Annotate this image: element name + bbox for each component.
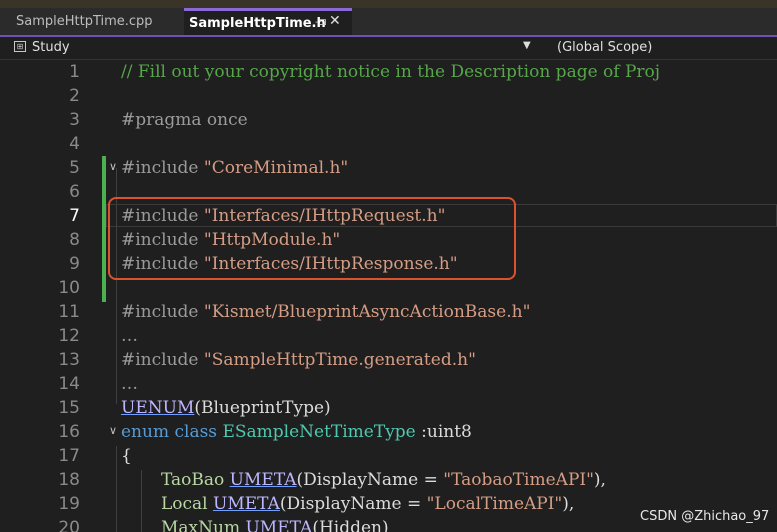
code-editor[interactable]: 1 // Fill out your copyright notice in t… bbox=[0, 60, 777, 532]
code-line: 13 #include "SampleHttpTime.generated.h" bbox=[0, 348, 777, 372]
line-number: 16 bbox=[58, 422, 80, 442]
tab-sample-http-time-h[interactable]: SampleHttpTime.h -⊐ ✕ bbox=[184, 8, 352, 35]
line-number: 8 bbox=[69, 230, 80, 250]
tab-label: SampleHttpTime.cpp bbox=[16, 14, 153, 29]
scope-dropdown[interactable]: (Global Scope) bbox=[557, 40, 652, 55]
line-number: 15 bbox=[58, 398, 80, 418]
code-text: … bbox=[121, 374, 138, 394]
code-line: 3 #pragma once bbox=[0, 108, 777, 132]
code-text: MaxNum UMETA(Hidden) bbox=[161, 518, 389, 532]
code-line: 14 … bbox=[0, 372, 777, 396]
code-line: 11 #include "Kismet/BlueprintAsyncAction… bbox=[0, 300, 777, 324]
navigation-bar: ⊞ Study ▼ (Global Scope) bbox=[0, 37, 777, 60]
code-text: #pragma once bbox=[121, 110, 248, 130]
line-number: 14 bbox=[58, 374, 80, 394]
highlight-annotation-box bbox=[108, 197, 516, 280]
line-number: 1 bbox=[69, 62, 80, 82]
line-number: 10 bbox=[58, 278, 80, 298]
code-line: 12 … bbox=[0, 324, 777, 348]
line-number: 4 bbox=[69, 134, 80, 154]
line-number: 13 bbox=[58, 350, 80, 370]
code-text: // Fill out your copyright notice in the… bbox=[121, 62, 661, 82]
line-number: 6 bbox=[69, 182, 80, 202]
code-text: #include "Kismet/BlueprintAsyncActionBas… bbox=[121, 302, 531, 322]
project-icon: ⊞ bbox=[14, 41, 26, 52]
line-number: 3 bbox=[69, 110, 80, 130]
line-number: 9 bbox=[69, 254, 80, 274]
code-text: UENUM(BlueprintType) bbox=[121, 398, 331, 418]
title-strip bbox=[0, 0, 777, 8]
watermark: CSDN @Zhichao_97 bbox=[640, 509, 770, 524]
pin-icon[interactable]: -⊐ bbox=[315, 17, 327, 28]
line-number: 12 bbox=[58, 326, 80, 346]
project-dropdown[interactable]: Study bbox=[32, 40, 70, 55]
code-line: 4 bbox=[0, 132, 777, 156]
code-text: enum class ESampleNetTimeType :uint8 bbox=[121, 422, 472, 442]
line-number: 2 bbox=[69, 86, 80, 106]
code-line: 5 ∨ #include "CoreMinimal.h" bbox=[0, 156, 777, 180]
code-line: 15 UENUM(BlueprintType) bbox=[0, 396, 777, 420]
line-number: 19 bbox=[58, 494, 80, 514]
code-line: 2 bbox=[0, 84, 777, 108]
line-number: 5 bbox=[69, 158, 80, 178]
code-text: #include "SampleHttpTime.generated.h" bbox=[121, 350, 476, 370]
collapse-chevron-icon[interactable]: ∨ bbox=[109, 160, 117, 173]
tab-sample-http-time-cpp[interactable]: SampleHttpTime.cpp bbox=[0, 8, 182, 35]
code-line: 1 // Fill out your copyright notice in t… bbox=[0, 60, 777, 84]
document-tab-bar: SampleHttpTime.cpp SampleHttpTime.h -⊐ ✕ bbox=[0, 8, 777, 35]
line-number: 7 bbox=[69, 206, 80, 226]
code-line: 18 TaoBao UMETA(DisplayName = "TaobaoTim… bbox=[0, 468, 777, 492]
line-number: 11 bbox=[58, 302, 80, 322]
line-number: 20 bbox=[58, 518, 80, 532]
code-text: Local UMETA(DisplayName = "LocalTimeAPI"… bbox=[161, 494, 575, 514]
collapse-chevron-icon[interactable]: ∨ bbox=[109, 424, 117, 437]
tab-label: SampleHttpTime.h bbox=[189, 15, 326, 31]
code-text: … bbox=[121, 326, 138, 346]
chevron-down-icon[interactable]: ▼ bbox=[523, 40, 531, 51]
line-number: 17 bbox=[58, 446, 80, 466]
code-text: { bbox=[121, 446, 132, 466]
code-text: #include "CoreMinimal.h" bbox=[121, 158, 349, 178]
close-icon[interactable]: ✕ bbox=[329, 13, 341, 29]
code-text: TaoBao UMETA(DisplayName = "TaobaoTimeAP… bbox=[161, 470, 606, 490]
line-number: 18 bbox=[58, 470, 80, 490]
code-line: 16 ∨ enum class ESampleNetTimeType :uint… bbox=[0, 420, 777, 444]
code-line: 17 { bbox=[0, 444, 777, 468]
